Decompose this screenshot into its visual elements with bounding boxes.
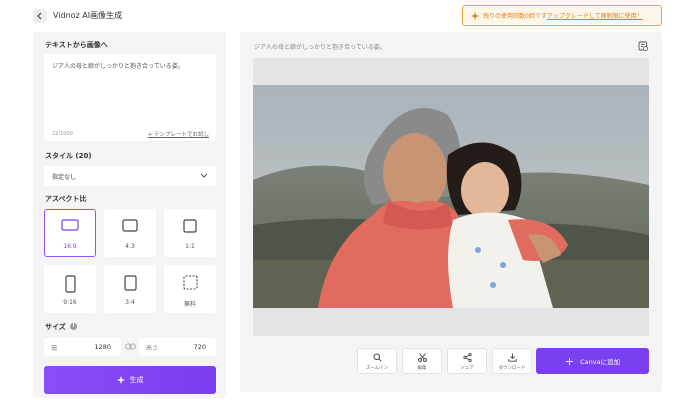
download-button[interactable]: ダウンロード [492,348,532,374]
template-link[interactable]: + テンプレートでお試し [148,130,209,138]
prompt-textarea[interactable]: ジア人の母と娘がしっかりと抱き合っている姿。 22/1000 + テンプレートで… [44,54,216,141]
canva-label: Canvaに追加 [580,358,621,366]
style-label: スタイル (20) [45,152,92,160]
info-icon[interactable]: i [70,323,77,330]
portrait-ratio-icon [64,275,76,293]
add-to-canva-button[interactable]: + Canvaに追加 [536,348,649,374]
ratio-label: 4:3 [125,243,135,250]
landscape-ratio-icon [61,219,79,231]
search-icon [373,353,382,362]
back-button[interactable] [33,9,47,23]
square-ratio-icon [183,219,197,233]
height-field[interactable]: 高さ 720 [139,338,216,356]
size-label: サイズ [45,323,66,331]
style-value: 指定なし [52,174,77,181]
chevron-down-icon [200,173,208,178]
height-value: 720 [193,343,206,351]
prompt-text: ジア人の母と娘がしっかりと抱き合っている姿。 [52,63,184,70]
ratio-9-16[interactable]: 9:16 [44,265,96,313]
top-bar: Vidnoz AI画像生成 残りの使用回数0回ですアップグレードして無制限に使用… [0,0,700,32]
ratio-4-3[interactable]: 4:3 [104,209,156,257]
generated-photo [253,85,649,308]
landscape-ratio-icon [122,219,138,232]
scissors-icon [417,353,427,362]
tool-label: ズームイン [365,366,389,371]
ratio-label: 1:1 [185,243,195,250]
ratio-1-1[interactable]: 1:1 [164,209,216,257]
tool-label: シェア [460,366,474,371]
upgrade-text: 残りの使用回数0回です [483,13,547,20]
chevron-left-icon [37,12,42,20]
download-icon [507,353,517,362]
sparkle-icon [471,11,479,20]
upgrade-link[interactable]: アップグレードして無制限に使用！ [547,13,643,20]
generate-label: 生成 [129,376,144,384]
height-label: 高さ [146,345,159,352]
width-label: 幅 [51,345,58,352]
share-icon [462,353,472,362]
tool-label: ダウンロード [498,366,526,371]
ratio-label: 16:9 [63,243,77,250]
share-button[interactable]: シェア [447,348,487,374]
link-icon[interactable] [125,342,136,351]
generate-button[interactable]: 生成 [44,366,216,394]
generated-image[interactable] [253,85,649,308]
app-title: Vidnoz AI画像生成 [53,11,123,20]
edit-button[interactable]: 編集 [402,348,442,374]
prompt-label: テキストから画像へ [45,41,108,49]
history-icon[interactable] [638,41,648,51]
ratio-16-9[interactable]: 16:9 [44,209,96,257]
prompt-char-count: 22/1000 [52,131,73,137]
ratio-label: 無料 [183,301,196,308]
style-select[interactable]: 指定なし [44,166,216,186]
portrait-ratio-icon [123,275,137,291]
upgrade-banner[interactable]: 残りの使用回数0回ですアップグレードして無制限に使用！ [462,5,662,26]
aspect-label: アスペクト比 [45,195,87,203]
free-ratio-icon [182,275,198,290]
ratio-3-4[interactable]: 3:4 [104,265,156,313]
ratio-label: 9:16 [63,299,77,306]
sparkle-icon [116,376,125,384]
plus-icon: + [564,354,575,368]
width-value: 1280 [94,343,111,351]
tool-label: 編集 [417,366,427,371]
ratio-label: 3:4 [125,299,135,306]
ratio-free[interactable]: 無料 [164,265,216,313]
width-field[interactable]: 幅 1280 [44,338,121,356]
result-caption: ジア人の母と娘がしっかりと抱き合っている姿。 [254,44,386,51]
zoom-in-button[interactable]: ズームイン [357,348,397,374]
